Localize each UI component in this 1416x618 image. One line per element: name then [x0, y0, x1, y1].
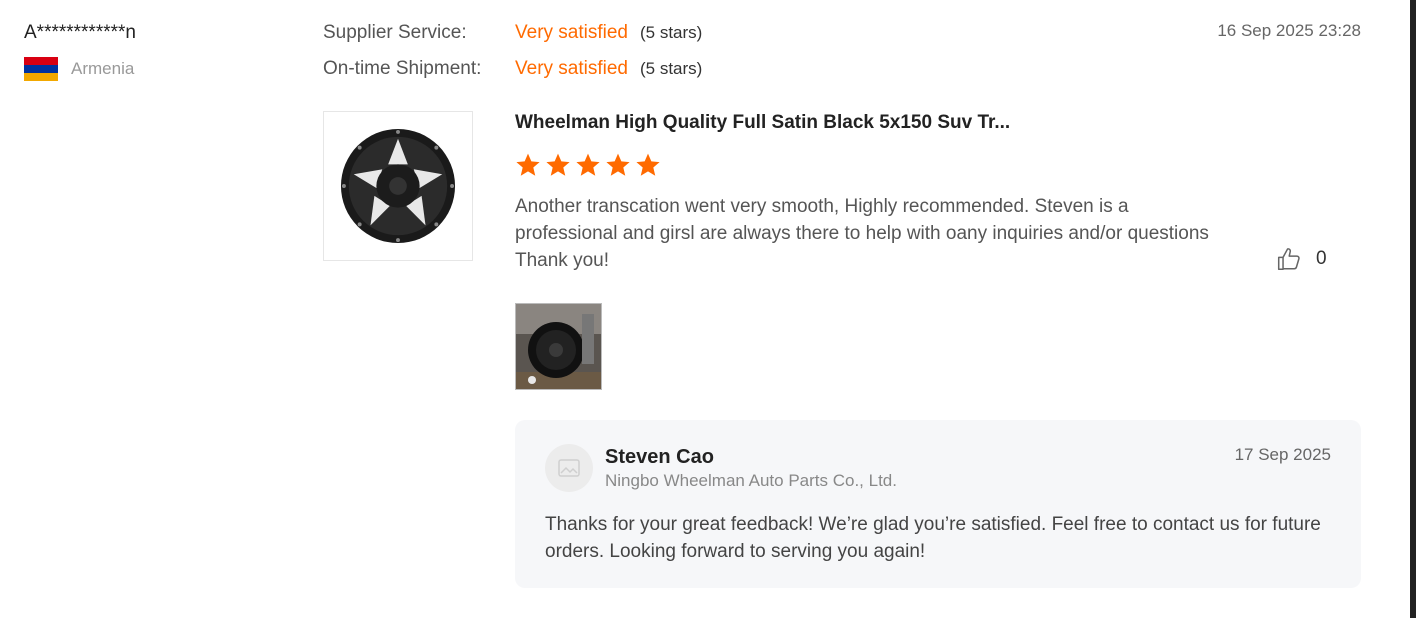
reviewer-name: A************n: [24, 22, 136, 43]
product-title[interactable]: Wheelman High Quality Full Satin Black 5…: [515, 112, 1010, 134]
star-icon: [546, 153, 570, 176]
no-photo-avatar-icon: [545, 444, 593, 492]
product-star-rating: [515, 152, 661, 178]
rating-value: Very satisfied: [515, 58, 628, 79]
review-photo[interactable]: [515, 303, 602, 390]
rating-stars-text: (5 stars): [640, 59, 703, 78]
like-button[interactable]: 0: [1276, 246, 1327, 272]
alloy-wheel-icon: [340, 128, 456, 244]
photo-thumbnail-image: [516, 304, 601, 389]
star-icon: [636, 153, 660, 176]
reply-text: Thanks for your great feedback! We’re gl…: [545, 514, 1321, 562]
armenia-flag-icon: [24, 57, 58, 81]
reviewer-country: Armenia: [71, 59, 135, 78]
rating-supplier-service: Supplier Service: Very satisfied (5 star…: [323, 22, 702, 44]
rating-label: Supplier Service:: [323, 22, 467, 43]
product-thumbnail[interactable]: [323, 111, 473, 261]
like-count: 0: [1316, 248, 1327, 269]
review-text: Another transcation went very smooth, Hi…: [515, 196, 1209, 271]
rating-label: On-time Shipment:: [323, 58, 482, 79]
supplier-reply: Steven Cao Ningbo Wheelman Auto Parts Co…: [515, 420, 1361, 588]
review-date: 16 Sep 2025 23:28: [1217, 21, 1361, 40]
rating-ontime-shipment: On-time Shipment: Very satisfied (5 star…: [323, 58, 702, 80]
star-icon: [516, 153, 540, 176]
rating-value: Very satisfied: [515, 22, 628, 43]
window-edge: [1410, 0, 1416, 618]
thumbs-up-icon[interactable]: [1276, 246, 1302, 272]
reply-company[interactable]: Ningbo Wheelman Auto Parts Co., Ltd.: [605, 471, 897, 491]
reply-author-name: Steven Cao: [605, 446, 714, 468]
star-icon: [606, 153, 630, 176]
reply-date: 17 Sep 2025: [1234, 445, 1331, 464]
rating-stars-text: (5 stars): [640, 23, 703, 42]
image-placeholder-icon: [558, 459, 580, 477]
star-icon: [576, 153, 600, 176]
